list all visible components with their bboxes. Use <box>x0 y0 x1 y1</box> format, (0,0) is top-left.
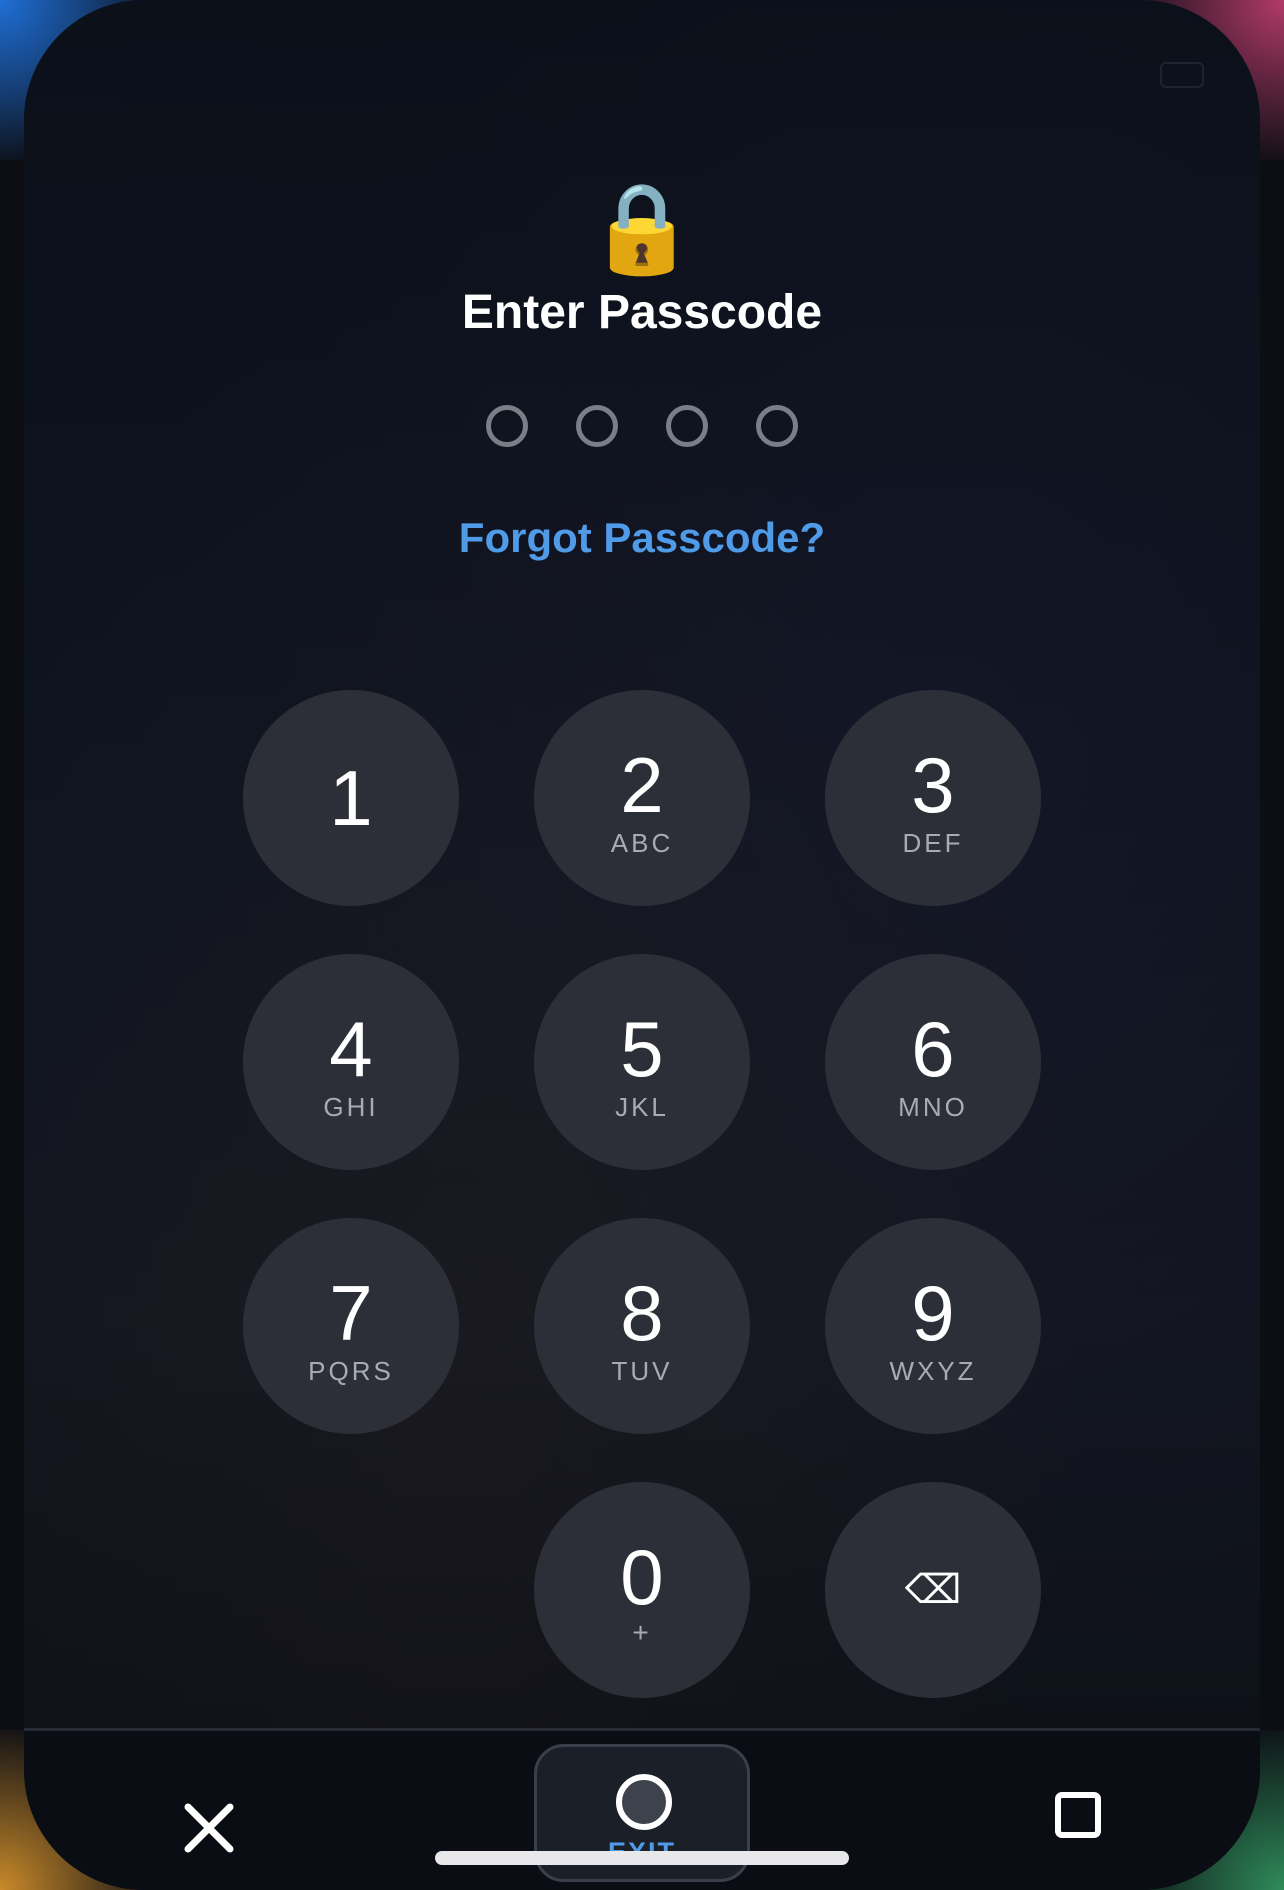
forgot-passcode-link[interactable]: Forgot Passcode? <box>24 510 1260 566</box>
page-title: Enter Passcode <box>461 286 823 339</box>
passcode-dot <box>486 405 528 447</box>
key-digit: 5 <box>620 1005 664 1093</box>
home-circle-icon <box>616 1774 672 1830</box>
key-digit: 3 <box>911 741 955 829</box>
key-digit: 4 <box>329 1005 373 1093</box>
key-6[interactable]: 6 MNO <box>825 954 1041 1170</box>
key-digit: 2 <box>620 741 664 829</box>
key-7[interactable]: 7 PQRS <box>243 1218 459 1434</box>
key-letters: GHI <box>323 1092 379 1122</box>
passcode-dot <box>666 405 708 447</box>
lock-screen: 🔒 Enter Passcode Forgot Passcode? 1 2 AB… <box>24 0 1260 1890</box>
key-letters: TUV <box>611 1356 673 1386</box>
passcode-dot <box>576 405 618 447</box>
backspace-button[interactable]: ⌫ <box>825 1482 1041 1698</box>
key-8[interactable]: 8 TUV <box>534 1218 750 1434</box>
key-3[interactable]: 3 DEF <box>825 690 1041 906</box>
key-4[interactable]: 4 GHI <box>243 954 459 1170</box>
key-digit: 6 <box>911 1005 955 1093</box>
key-0[interactable]: 0 + <box>534 1482 750 1698</box>
key-1[interactable]: 1 <box>243 690 459 906</box>
key-digit: 8 <box>620 1269 664 1357</box>
device-frame: 🔒 Enter Passcode Forgot Passcode? 1 2 AB… <box>0 0 1284 1890</box>
key-letters: PQRS <box>308 1356 394 1386</box>
backspace-icon: ⌫ <box>904 1568 962 1612</box>
key-letters: WXYZ <box>889 1356 977 1386</box>
home-indicator[interactable] <box>435 1851 849 1865</box>
key-letters: DEF <box>902 828 964 858</box>
key-2[interactable]: 2 ABC <box>534 690 750 906</box>
key-5[interactable]: 5 JKL <box>534 954 750 1170</box>
close-icon <box>184 1803 234 1853</box>
passcode-dot <box>756 405 798 447</box>
close-button[interactable] <box>174 1793 244 1863</box>
square-icon[interactable] <box>1055 1792 1101 1838</box>
key-letters: JKL <box>615 1092 669 1122</box>
passcode-dots <box>24 405 1260 447</box>
bottom-navigation-bar: EXIT <box>24 1728 1260 1890</box>
key-digit: 7 <box>329 1269 373 1357</box>
key-letters: MNO <box>898 1092 968 1122</box>
lock-icon: 🔒 <box>587 181 697 278</box>
key-letters: ABC <box>610 828 674 858</box>
key-digit: 9 <box>911 1269 955 1357</box>
battery-icon <box>1160 62 1204 88</box>
key-digit: 0 <box>620 1533 664 1621</box>
key-digit: 1 <box>329 754 373 842</box>
key-9[interactable]: 9 WXYZ <box>825 1218 1041 1434</box>
key-letters: + <box>632 1617 652 1648</box>
